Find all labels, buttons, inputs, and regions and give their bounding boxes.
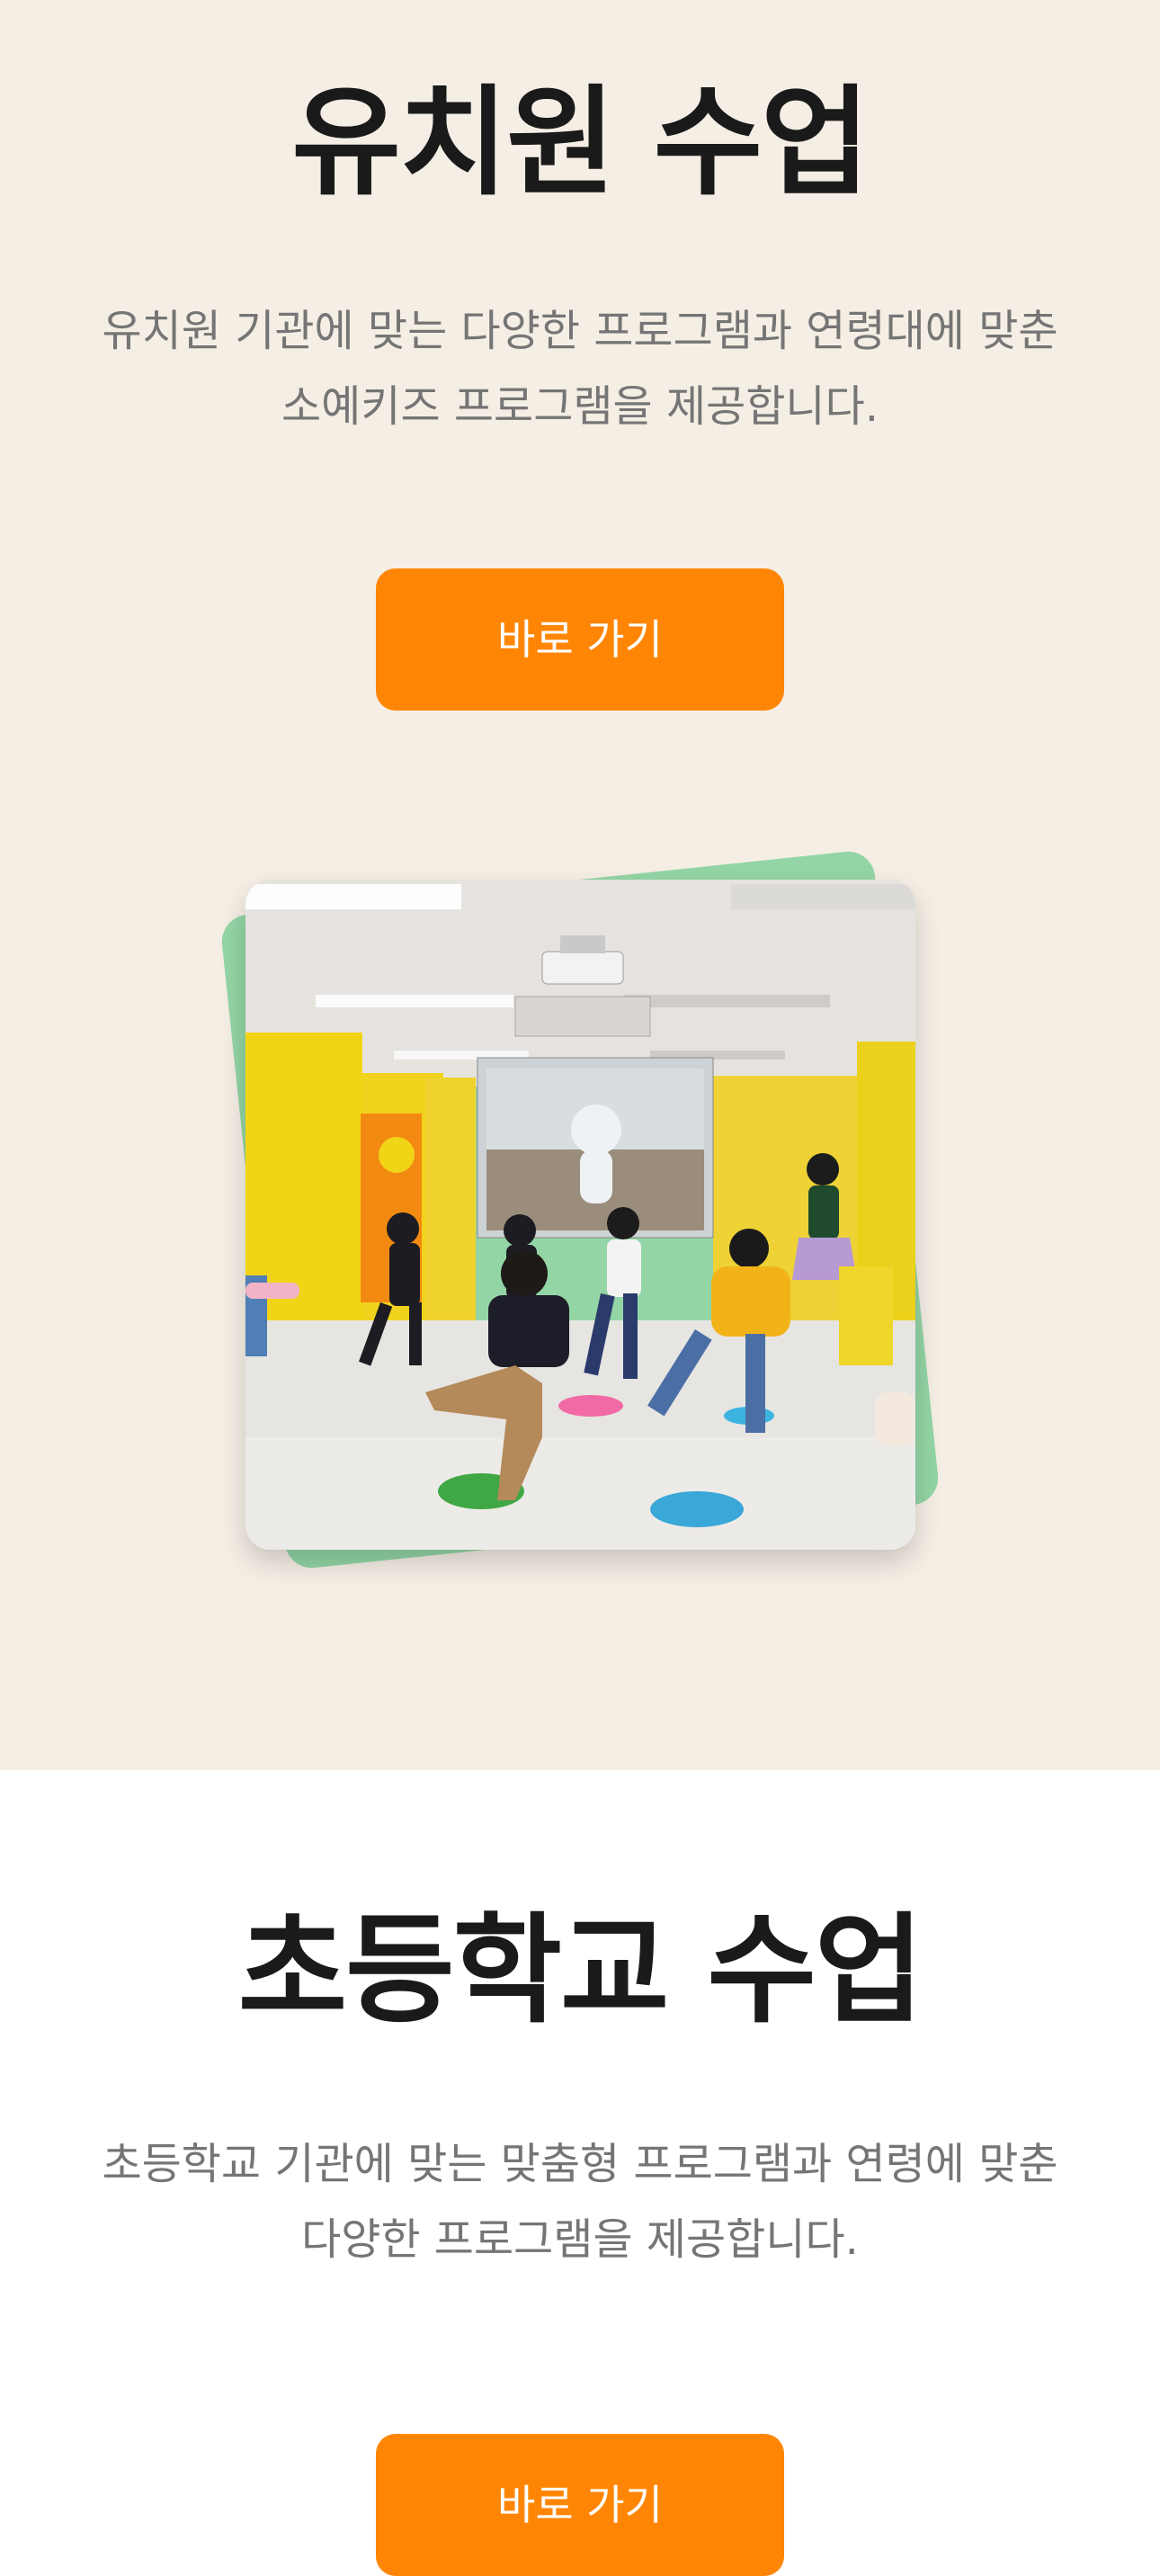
kindergarten-section: 유치원 수업 유치원 기관에 맞는 다양한 프로그램과 연령대에 맞춘 소예키즈…	[0, 0, 1160, 1770]
elementary-description-line2: 다양한 프로그램을 제공합니다.	[301, 2214, 859, 2265]
classroom-photo-illustration	[245, 880, 915, 1550]
kindergarten-description-line1: 유치원 기관에 맞는 다양한 프로그램과 연령대에 맞춘	[102, 306, 1058, 356]
elementary-section: 초등학교 수업 초등학교 기관에 맞는 맞춤형 프로그램과 연령에 맞춘 다양한…	[0, 1770, 1160, 2576]
elementary-title: 초등학교 수업	[237, 1901, 924, 2040]
kindergarten-photo	[245, 880, 915, 1550]
elementary-description-line1: 초등학교 기관에 맞는 맞춤형 프로그램과 연령에 맞춘	[102, 2139, 1058, 2189]
kindergarten-go-button[interactable]: 바로 가기	[376, 568, 784, 711]
kindergarten-description: 유치원 기관에 맞는 다양한 프로그램과 연령대에 맞춘 소예키즈 프로그램을 …	[54, 293, 1106, 444]
kindergarten-description-line2: 소예키즈 프로그램을 제공합니다.	[281, 381, 879, 432]
kindergarten-photo-card	[207, 836, 953, 1583]
elementary-go-button[interactable]: 바로 가기	[376, 2434, 784, 2576]
kindergarten-title: 유치원 수업	[291, 74, 870, 212]
elementary-description: 초등학교 기관에 맞는 맞춤형 프로그램과 연령에 맞춘 다양한 프로그램을 제…	[54, 2126, 1106, 2277]
